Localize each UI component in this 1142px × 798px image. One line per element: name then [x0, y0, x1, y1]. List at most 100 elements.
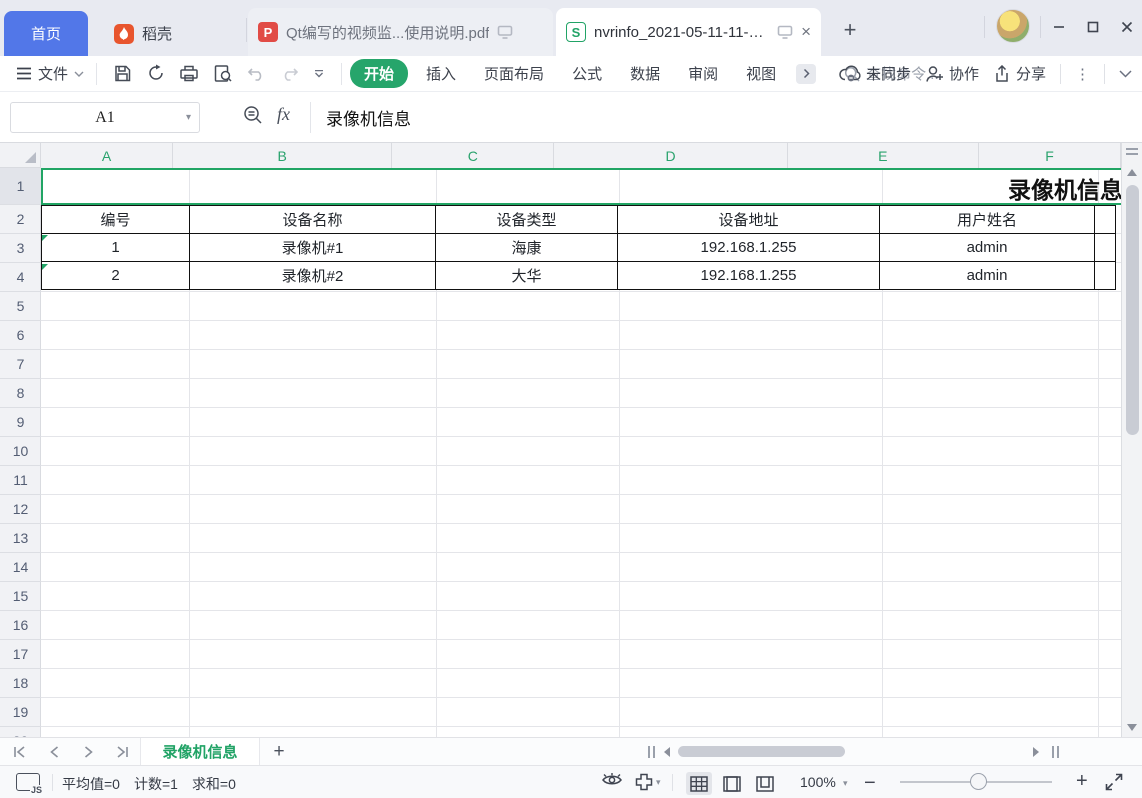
table-data-cell[interactable]	[1095, 262, 1116, 290]
ribbon-tab-1[interactable]: 插入	[416, 59, 466, 88]
next-sheet-button[interactable]	[76, 741, 100, 763]
vertical-splitter-handle[interactable]	[1126, 148, 1138, 155]
table-data-cell[interactable]: 海康	[436, 234, 618, 262]
scroll-up-icon[interactable]	[1127, 169, 1137, 176]
redo-button[interactable]	[280, 65, 299, 82]
row-header-2[interactable]: 2	[0, 205, 41, 234]
user-avatar[interactable]	[996, 9, 1030, 43]
ribbon-tab-6[interactable]: 视图	[736, 59, 786, 88]
vertical-scrollbar-thumb[interactable]	[1126, 185, 1139, 435]
formula-zoom-icon[interactable]	[243, 105, 263, 125]
formula-input[interactable]: 录像机信息	[326, 102, 411, 133]
column-header-A[interactable]: A	[41, 143, 173, 168]
row-header-9[interactable]: 9	[0, 408, 41, 437]
normal-view-button[interactable]	[686, 772, 712, 795]
table-data-cell[interactable]: 2	[42, 262, 190, 290]
column-header-B[interactable]: B	[173, 143, 392, 168]
scroll-down-icon[interactable]	[1127, 724, 1137, 731]
row-header-16[interactable]: 16	[0, 611, 41, 640]
zoom-dropdown-icon[interactable]: ▾	[843, 778, 848, 789]
name-box-dropdown-icon[interactable]: ▾	[186, 112, 191, 123]
customize-toolbar-icon[interactable]	[313, 70, 325, 78]
scroll-right-icon[interactable]	[1033, 747, 1039, 757]
table-header-cell[interactable]: 设备地址	[618, 206, 880, 234]
table-data-cell[interactable]: 录像机#1	[190, 234, 436, 262]
file-menu-button[interactable]: 文件	[0, 63, 92, 84]
scroll-left-icon[interactable]	[664, 747, 670, 757]
collaborate-button[interactable]: 协作	[925, 63, 979, 84]
row-header-18[interactable]: 18	[0, 669, 41, 698]
print-preview-button[interactable]	[213, 64, 233, 83]
zoom-slider-thumb[interactable]	[970, 773, 987, 790]
new-tab-button[interactable]: +	[836, 16, 864, 44]
tab-home[interactable]: 首页	[4, 11, 88, 56]
table-header-cell[interactable]: 用户姓名	[880, 206, 1095, 234]
row-header-7[interactable]: 7	[0, 350, 41, 379]
zoom-out-button[interactable]: −	[864, 772, 876, 795]
table-data-cell[interactable]: admin	[880, 234, 1095, 262]
sync-status-button[interactable]: 未同步	[839, 63, 911, 84]
minimize-button[interactable]	[1044, 14, 1074, 40]
row-header-11[interactable]: 11	[0, 466, 41, 495]
table-data-cell[interactable]: 录像机#2	[190, 262, 436, 290]
row-header-19[interactable]: 19	[0, 698, 41, 727]
row-header-1[interactable]: 1	[0, 168, 41, 205]
row-header-20[interactable]: 20	[0, 727, 41, 737]
row-header-14[interactable]: 14	[0, 553, 41, 582]
column-header-E[interactable]: E	[788, 143, 980, 168]
select-all-corner[interactable]	[0, 143, 41, 168]
row-header-3[interactable]: 3	[0, 234, 41, 263]
row-header-6[interactable]: 6	[0, 321, 41, 350]
ribbon-tab-3[interactable]: 公式	[562, 59, 612, 88]
more-tabs-button[interactable]	[796, 64, 816, 84]
tab-docer[interactable]: 稻壳	[92, 11, 242, 56]
page-break-view-button[interactable]	[719, 772, 745, 795]
zoom-in-button[interactable]: +	[1076, 770, 1088, 793]
save-button[interactable]	[113, 64, 132, 83]
ribbon-tab-5[interactable]: 审阅	[678, 59, 728, 88]
insert-function-button[interactable]: fx	[277, 104, 290, 125]
row-header-4[interactable]: 4	[0, 263, 41, 292]
reading-mode-icon[interactable]: ▾	[634, 772, 661, 792]
close-window-button[interactable]	[1112, 14, 1142, 40]
zoom-level-value[interactable]: 100%	[800, 774, 836, 790]
table-header-cell[interactable]: 设备名称	[190, 206, 436, 234]
maximize-button[interactable]	[1078, 14, 1108, 40]
row-header-15[interactable]: 15	[0, 582, 41, 611]
table-data-cell[interactable]: 192.168.1.255	[618, 262, 880, 290]
output-pdf-button[interactable]	[146, 64, 165, 83]
js-macro-icon[interactable]: JS	[16, 773, 40, 791]
first-sheet-button[interactable]	[8, 741, 32, 763]
vertical-scrollbar[interactable]	[1121, 143, 1142, 737]
collapse-ribbon-icon[interactable]	[1119, 70, 1132, 78]
ribbon-tab-2[interactable]: 页面布局	[474, 59, 554, 88]
more-options-icon[interactable]: ⋮	[1075, 65, 1090, 83]
cell-area[interactable]: 录像机信息 编号设备名称设备类型设备地址用户姓名1录像机#1海康192.168.…	[41, 168, 1121, 737]
horizontal-splitter-handle[interactable]	[1052, 746, 1059, 758]
table-data-cell[interactable]: 大华	[436, 262, 618, 290]
name-box[interactable]: A1 ▾	[10, 102, 200, 133]
row-header-17[interactable]: 17	[0, 640, 41, 669]
table-header-cell[interactable]	[1095, 206, 1116, 234]
close-tab-icon[interactable]: ×	[801, 22, 811, 42]
fullscreen-icon[interactable]	[1104, 772, 1124, 792]
add-sheet-button[interactable]: +	[268, 741, 290, 763]
share-button[interactable]: 分享	[993, 63, 1046, 84]
row-header-13[interactable]: 13	[0, 524, 41, 553]
horizontal-splitter-handle[interactable]	[648, 746, 655, 758]
column-header-C[interactable]: C	[392, 143, 554, 168]
row-header-10[interactable]: 10	[0, 437, 41, 466]
undo-button[interactable]	[247, 65, 266, 82]
row-header-5[interactable]: 5	[0, 292, 41, 321]
table-header-cell[interactable]: 编号	[42, 206, 190, 234]
column-header-F[interactable]: F	[979, 143, 1121, 168]
column-header-D[interactable]: D	[554, 143, 787, 168]
table-data-cell[interactable]: 1	[42, 234, 190, 262]
tab-pdf-document[interactable]: P Qt编写的视频监...使用说明.pdf	[248, 8, 553, 56]
row-header-12[interactable]: 12	[0, 495, 41, 524]
ribbon-tab-0[interactable]: 开始	[350, 59, 408, 88]
last-sheet-button[interactable]	[110, 741, 134, 763]
horizontal-scrollbar-thumb[interactable]	[678, 746, 845, 757]
tab-active-document[interactable]: S nvrinfo_2021-05-11-11-08-02 ×	[556, 8, 821, 56]
page-layout-view-button[interactable]	[752, 772, 778, 795]
